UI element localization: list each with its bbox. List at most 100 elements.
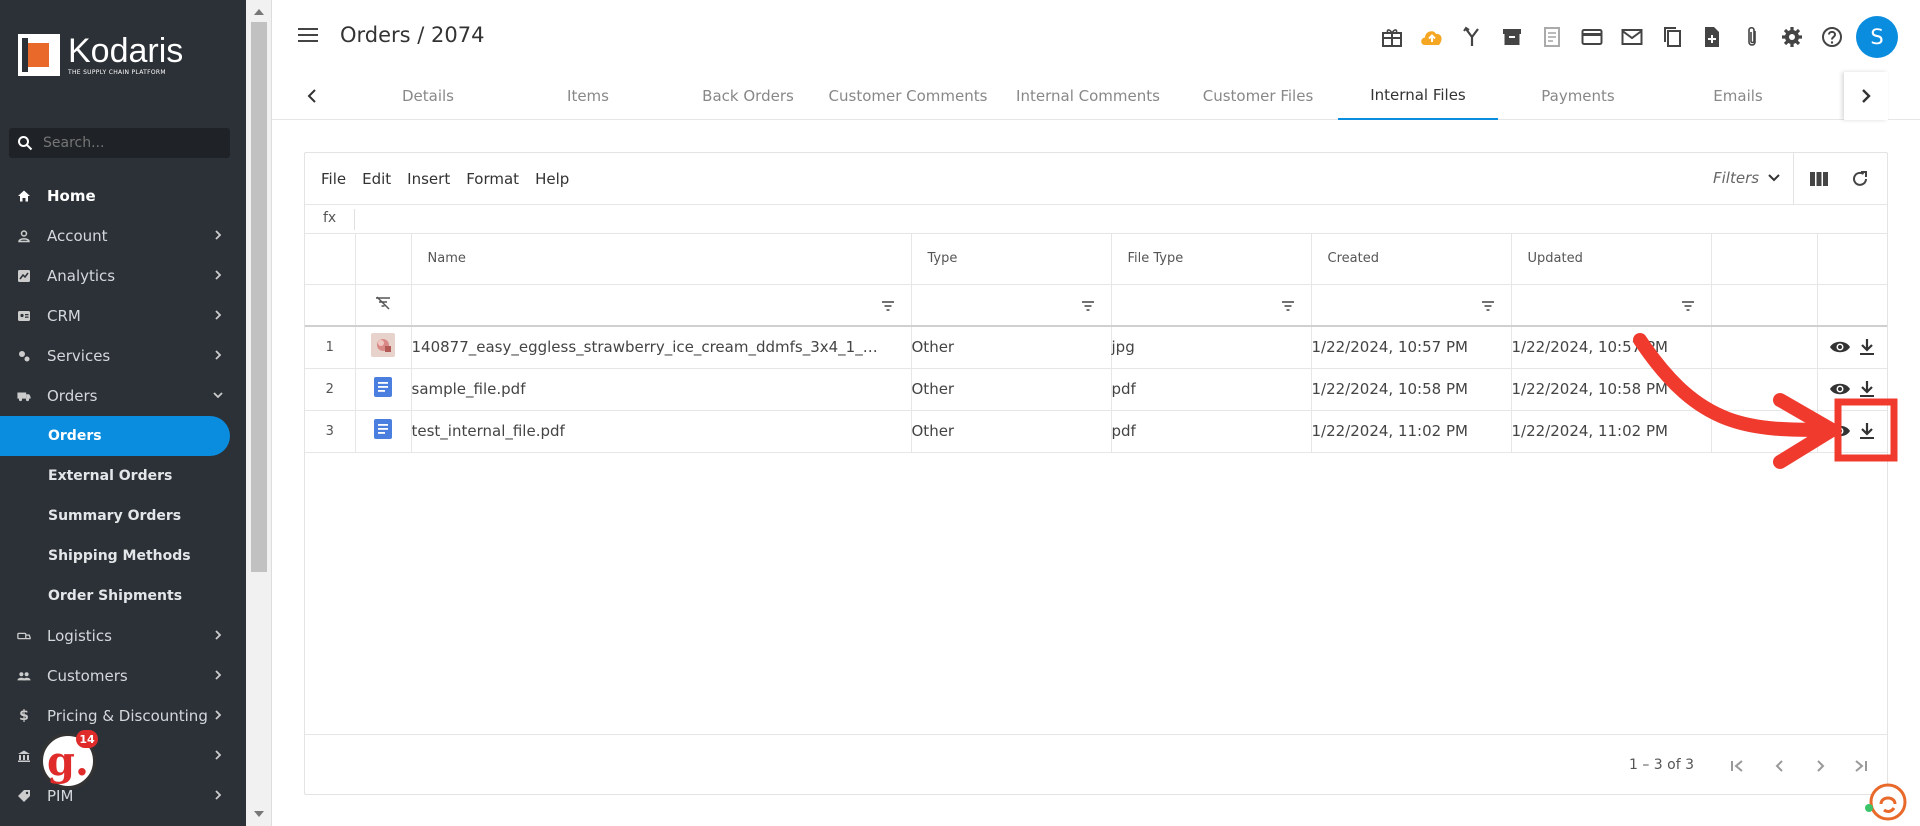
tab-payments[interactable]: Payments — [1498, 72, 1658, 120]
menu-insert[interactable]: Insert — [407, 170, 450, 188]
filter-icon[interactable] — [1081, 300, 1095, 312]
truck-icon — [17, 389, 31, 403]
sidebar-item-pim[interactable]: PIM — [0, 776, 230, 816]
formula-bar[interactable]: fx — [305, 205, 1887, 234]
credit-card-icon[interactable] — [1572, 22, 1612, 52]
tab-emails[interactable]: Emails — [1658, 72, 1818, 120]
tab-scroll-left-icon[interactable] — [306, 86, 318, 106]
chevron-down-icon — [1768, 174, 1780, 182]
next-page-icon[interactable] — [1811, 757, 1829, 775]
menu-help[interactable]: Help — [535, 170, 569, 188]
search-input[interactable] — [43, 135, 213, 151]
prev-page-icon[interactable] — [1771, 757, 1789, 775]
sidebar-subitem-order-shipments[interactable]: Order Shipments — [0, 576, 230, 616]
help-circle-icon[interactable] — [1812, 22, 1852, 52]
sidebar-item-home[interactable]: Home — [0, 176, 230, 216]
cloud-upload-icon[interactable] — [1412, 22, 1452, 52]
sidebar-subitem-summary-orders[interactable]: Summary Orders — [0, 496, 230, 536]
person-icon — [17, 229, 31, 243]
filter-icon[interactable] — [1681, 300, 1695, 312]
copy-icon[interactable] — [1652, 22, 1692, 52]
user-avatar[interactable]: S — [1856, 16, 1898, 58]
clear-filter-icon[interactable] — [375, 296, 391, 310]
sidebar-item-pricing[interactable]: $ Pricing & Discounting — [0, 696, 230, 736]
scroll-down-arrow-icon[interactable] — [254, 811, 264, 817]
tab-details[interactable]: Details — [348, 72, 508, 120]
sidebar-scrollbar[interactable] — [246, 0, 272, 826]
chevron-right-icon — [215, 670, 222, 680]
chevron-down-icon — [213, 392, 223, 399]
filter-icon[interactable] — [1481, 300, 1495, 312]
sidebar-item-services[interactable]: Services — [0, 336, 230, 376]
filter-icon[interactable] — [881, 300, 895, 312]
scrollbar-thumb[interactable] — [251, 22, 267, 572]
hamburger-menu-icon[interactable] — [298, 26, 318, 44]
table-row[interactable]: 1 140877_easy_eggless_strawberry_ice_cre… — [305, 326, 1887, 369]
sidebar-item-hidden[interactable] — [0, 736, 230, 776]
scroll-up-arrow-icon[interactable] — [254, 9, 264, 15]
filter-cell-file-type[interactable] — [1111, 284, 1312, 327]
crm-icon — [17, 309, 31, 323]
download-icon[interactable] — [1859, 380, 1875, 398]
sidebar-item-crm[interactable]: CRM — [0, 296, 230, 336]
top-header: Orders / 2074 S — [272, 0, 1920, 72]
chat-support-icon[interactable] — [1864, 780, 1908, 824]
menu-file[interactable]: File — [321, 170, 346, 188]
filter-cell-created[interactable] — [1311, 284, 1512, 327]
tab-customer-comments[interactable]: Customer Comments — [828, 72, 988, 120]
settings-gear-icon[interactable] — [1772, 22, 1812, 52]
menu-edit[interactable]: Edit — [362, 170, 391, 188]
add-file-icon[interactable] — [1692, 22, 1732, 52]
column-header-file-type[interactable]: File Type — [1111, 234, 1312, 285]
column-header-type[interactable]: Type — [911, 234, 1112, 285]
document-icon — [355, 368, 412, 411]
filters-dropdown[interactable]: Filters — [1713, 169, 1781, 187]
table-row[interactable]: 3 test_internal_file.pdf Other pdf 1/22/… — [305, 410, 1887, 453]
download-icon[interactable] — [1859, 338, 1875, 356]
column-header-updated[interactable]: Updated — [1511, 234, 1712, 285]
refresh-icon[interactable] — [1850, 169, 1870, 189]
filters-label: Filters — [1713, 169, 1760, 187]
columns-icon[interactable] — [1809, 170, 1829, 188]
tab-customer-files[interactable]: Customer Files — [1178, 72, 1338, 120]
receipt-icon[interactable] — [1532, 22, 1572, 52]
download-icon[interactable] — [1859, 422, 1875, 440]
view-eye-icon[interactable] — [1829, 424, 1851, 438]
view-eye-icon[interactable] — [1829, 382, 1851, 396]
gift-icon[interactable] — [1372, 22, 1412, 52]
mail-icon[interactable] — [1612, 22, 1652, 52]
filter-cell-type[interactable] — [911, 284, 1112, 327]
kodaris-logo[interactable]: Kodaris THE SUPPLY CHAIN PLATFORM — [18, 34, 183, 76]
sidebar-item-customers[interactable]: Customers — [0, 656, 230, 696]
menu-format[interactable]: Format — [466, 170, 519, 188]
attachment-icon[interactable] — [1732, 22, 1772, 52]
tab-scroll-right-icon[interactable] — [1844, 72, 1888, 120]
column-header-name[interactable]: Name — [411, 234, 912, 285]
sidebar-search[interactable] — [9, 128, 230, 158]
chevron-right-icon — [215, 310, 222, 320]
sidebar-subitem-orders[interactable]: Orders — [0, 416, 230, 456]
tab-internal-comments[interactable]: Internal Comments — [1008, 72, 1168, 120]
sidebar-subitem-shipping-methods[interactable]: Shipping Methods — [0, 536, 230, 576]
file-extension: pdf — [1111, 410, 1312, 453]
sidebar-item-account[interactable]: Account — [0, 216, 230, 256]
filter-cell-name[interactable] — [411, 284, 912, 327]
sidebar-item-analytics[interactable]: Analytics — [0, 256, 230, 296]
last-page-icon[interactable] — [1851, 757, 1869, 775]
archive-icon[interactable] — [1492, 22, 1532, 52]
tab-internal-files[interactable]: Internal Files — [1338, 72, 1498, 120]
sidebar-subitem-external-orders[interactable]: External Orders — [0, 456, 230, 496]
first-page-icon[interactable] — [1729, 757, 1747, 775]
tab-back-orders[interactable]: Back Orders — [668, 72, 828, 120]
filter-icon[interactable] — [1281, 300, 1295, 312]
table-row[interactable]: 2 sample_file.pdf Other pdf 1/22/2024, 1… — [305, 368, 1887, 411]
file-name: 140877_easy_eggless_strawberry_ice_cream… — [411, 338, 882, 357]
tab-items[interactable]: Items — [508, 72, 668, 120]
sidebar-item-logistics[interactable]: Logistics — [0, 616, 230, 656]
sidebar-item-orders[interactable]: Orders — [0, 376, 230, 416]
filter-cell-updated[interactable] — [1511, 284, 1712, 327]
merge-icon[interactable] — [1452, 22, 1492, 52]
sidebar-item-label: Customers — [47, 667, 128, 685]
column-header-created[interactable]: Created — [1311, 234, 1512, 285]
view-eye-icon[interactable] — [1829, 340, 1851, 354]
